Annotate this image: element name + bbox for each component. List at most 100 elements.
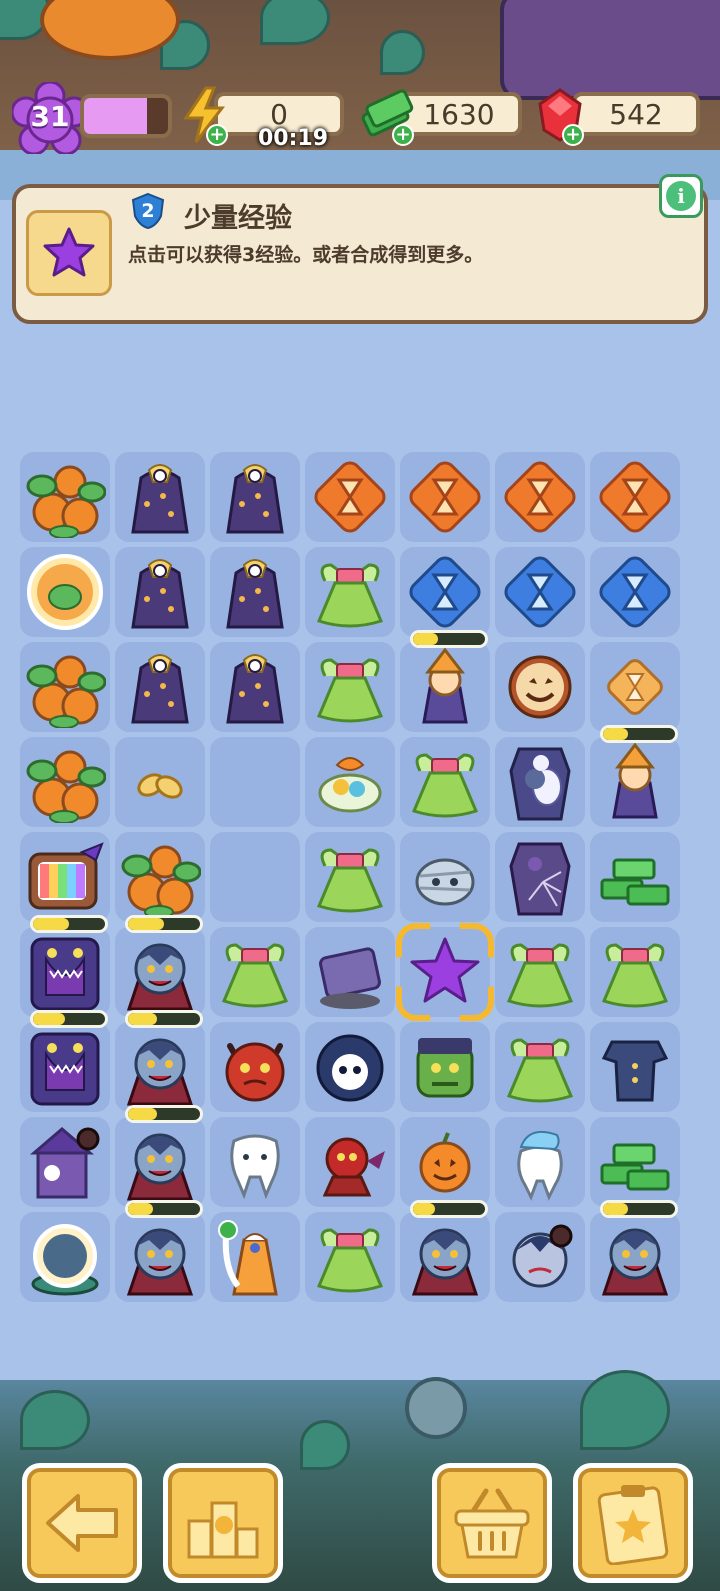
- board-cell[interactable]: [590, 547, 680, 637]
- fairy-dress-icon: [221, 943, 289, 1008]
- item-progress-fill: [33, 918, 69, 930]
- witch-girl-icon: [612, 742, 658, 819]
- board-cell[interactable]: [590, 452, 680, 542]
- item-progress-fill: [128, 1108, 157, 1120]
- energy-plus-button[interactable]: +: [206, 124, 228, 146]
- board-cell[interactable]: [115, 452, 205, 542]
- item-progress-bar: [30, 1010, 108, 1028]
- gem-plus-button[interactable]: +: [562, 124, 584, 146]
- cash-plus-button[interactable]: +: [392, 124, 414, 146]
- board-cell[interactable]: [305, 832, 395, 922]
- board-cell[interactable]: [20, 642, 110, 732]
- level-badge[interactable]: 31: [12, 82, 88, 154]
- back-button[interactable]: [22, 1463, 142, 1583]
- board-cell[interactable]: [210, 1022, 300, 1112]
- board-cell[interactable]: [495, 927, 585, 1017]
- ghost-coffin-icon: [509, 747, 571, 821]
- board-cell[interactable]: [115, 832, 205, 922]
- item-progress-bar: [125, 1010, 203, 1028]
- board-cell[interactable]: [210, 832, 300, 922]
- board-cell[interactable]: [400, 1022, 490, 1112]
- board-cell[interactable]: [495, 1117, 585, 1207]
- board-cell[interactable]: [20, 1212, 110, 1302]
- board-cell[interactable]: [590, 832, 680, 922]
- board-cell[interactable]: [210, 642, 300, 732]
- board-cell[interactable]: [400, 452, 490, 542]
- board-cell[interactable]: [495, 737, 585, 827]
- board-cell[interactable]: [210, 547, 300, 637]
- board-cell[interactable]: [115, 1010, 205, 1112]
- board-cell[interactable]: [20, 1010, 110, 1112]
- board-cell[interactable]: [495, 452, 585, 542]
- board-cell[interactable]: [495, 832, 585, 922]
- board-cell[interactable]: [20, 832, 110, 922]
- leaderboard-button[interactable]: [163, 1463, 283, 1583]
- board-cell[interactable]: [495, 547, 585, 637]
- board-cell[interactable]: [495, 1212, 585, 1302]
- board-cell[interactable]: [396, 923, 494, 1021]
- board-cell[interactable]: [400, 832, 490, 922]
- board-cell[interactable]: [115, 642, 205, 732]
- vampire-icon: [126, 1038, 194, 1106]
- pajamas-icon: [601, 1040, 669, 1102]
- vampire-icon: [126, 1228, 194, 1296]
- wizard-robe-icon: [226, 464, 284, 534]
- board-cell[interactable]: [305, 642, 395, 732]
- board-cell[interactable]: [590, 642, 680, 732]
- board-cell[interactable]: [590, 1117, 680, 1207]
- info-button[interactable]: i: [659, 174, 703, 218]
- board-cell[interactable]: [305, 452, 395, 542]
- board-cell[interactable]: [115, 1200, 205, 1302]
- gem-value: 542: [609, 97, 663, 131]
- board-cell[interactable]: [115, 737, 205, 827]
- item-progress-bar: [410, 1200, 488, 1218]
- tasks-button[interactable]: [573, 1463, 693, 1583]
- board-cell[interactable]: [20, 547, 110, 637]
- cash-counter[interactable]: 1630: [396, 92, 522, 136]
- gem-counter[interactable]: 542: [572, 92, 700, 136]
- hourglass-blue-icon: [409, 556, 481, 628]
- board-cell[interactable]: [400, 1117, 490, 1207]
- board-cell[interactable]: [305, 1022, 395, 1112]
- board-cell[interactable]: [210, 927, 300, 1017]
- board-cell[interactable]: [20, 737, 110, 827]
- board-cell[interactable]: [305, 547, 395, 637]
- board-cell[interactable]: [210, 452, 300, 542]
- item-progress-fill: [128, 918, 164, 930]
- board-cell[interactable]: [305, 1212, 395, 1302]
- vampire-icon: [411, 1228, 479, 1296]
- board-cell[interactable]: [115, 915, 205, 1017]
- board-cell[interactable]: [400, 630, 490, 732]
- board-cell[interactable]: [305, 1117, 395, 1207]
- board-cell[interactable]: [590, 927, 680, 1017]
- board-cell[interactable]: [590, 1022, 680, 1112]
- xp-progress-bar: [80, 94, 172, 138]
- cash-pile-icon: [600, 858, 670, 906]
- hourglass-orange-icon: [599, 461, 671, 533]
- item-progress-bar: [410, 630, 488, 648]
- shop-button[interactable]: [432, 1463, 552, 1583]
- board-cell[interactable]: [400, 1200, 490, 1302]
- pumpkin-patch-icon: [26, 655, 106, 728]
- board-cell[interactable]: [495, 642, 585, 732]
- vampire-boy-icon: [512, 1224, 573, 1288]
- board-cell[interactable]: [210, 1212, 300, 1302]
- board-cell[interactable]: [590, 725, 680, 827]
- board-cell[interactable]: [305, 927, 395, 1017]
- board-cell[interactable]: [210, 737, 300, 827]
- board-cell[interactable]: [590, 1200, 680, 1302]
- board-cell[interactable]: [400, 737, 490, 827]
- board-cell[interactable]: [20, 1117, 110, 1207]
- board-cell[interactable]: [20, 915, 110, 1017]
- clipboard-icon: [597, 1485, 669, 1565]
- board-cell[interactable]: [115, 1105, 205, 1207]
- vampire-icon: [601, 1228, 669, 1296]
- board-cell[interactable]: [20, 452, 110, 542]
- wizard-robe-icon: [226, 654, 284, 724]
- red-devil-icon: [322, 1137, 385, 1197]
- board-cell[interactable]: [210, 1117, 300, 1207]
- board-cell[interactable]: [400, 547, 490, 637]
- board-cell[interactable]: [115, 547, 205, 637]
- board-cell[interactable]: [495, 1022, 585, 1112]
- board-cell[interactable]: [305, 737, 395, 827]
